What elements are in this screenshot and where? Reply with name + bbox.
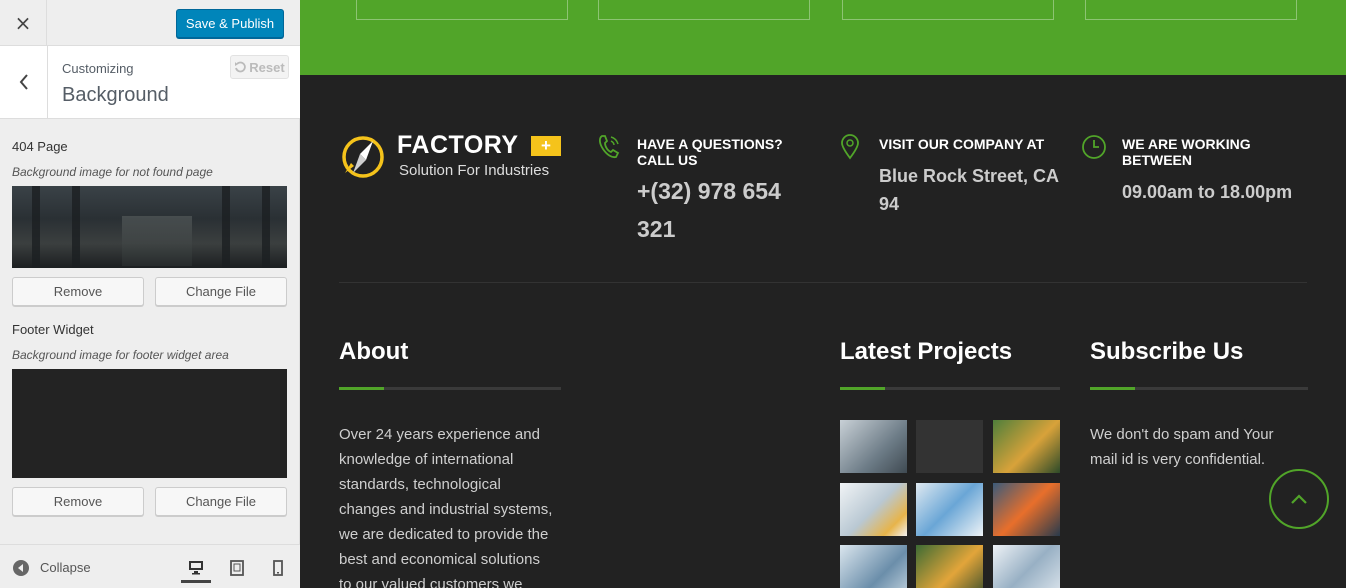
about-title: About — [339, 338, 409, 365]
mobile-icon — [273, 560, 283, 576]
subscribe-text: We don't do spam and Your mail id is ver… — [1090, 426, 1274, 468]
breadcrumb: Customizing — [62, 61, 134, 76]
change-file-button-footer[interactable]: Change File — [155, 487, 287, 516]
about-text: Over 24 years experience and knowledge o… — [339, 426, 553, 588]
undo-icon — [235, 61, 247, 73]
remove-button-footer[interactable]: Remove — [12, 487, 144, 516]
project-thumbnail[interactable] — [916, 483, 983, 536]
chevron-up-icon — [1291, 494, 1307, 504]
tablet-icon — [230, 560, 244, 576]
band-box — [356, 0, 568, 20]
project-thumbnail[interactable] — [916, 545, 983, 588]
info-heading-hours: WE ARE WORKING BETWEEN — [1122, 136, 1251, 168]
hours-text: 09.00am to 18.00pm — [1122, 182, 1293, 202]
logo-name[interactable]: FACTORY — [397, 131, 519, 160]
title-accent — [339, 387, 384, 390]
reset-button[interactable]: Reset — [230, 55, 289, 79]
title-accent — [840, 387, 885, 390]
project-thumbnail[interactable] — [840, 483, 907, 536]
control-label-footer: Footer Widget — [12, 322, 94, 337]
tablet-preview-button[interactable] — [222, 553, 252, 583]
band-box — [842, 0, 1054, 20]
phone-icon — [598, 135, 620, 159]
reset-label: Reset — [249, 59, 285, 75]
info-heading-address: VISIT OUR COMPANY AT — [879, 136, 1045, 152]
site-preview: FACTORY + Solution For Industries HAVE A… — [300, 0, 1346, 588]
project-thumbnail[interactable] — [993, 420, 1060, 473]
project-thumbnail[interactable] — [916, 420, 983, 473]
band-box — [1085, 0, 1297, 20]
project-thumbnail[interactable] — [993, 483, 1060, 536]
cta-band — [300, 0, 1346, 75]
clock-icon — [1082, 135, 1106, 159]
customizer-header: × Save & Publish — [0, 0, 300, 46]
remove-button-404[interactable]: Remove — [12, 277, 144, 306]
background-preview-footer[interactable] — [12, 369, 287, 478]
address-text: Blue Rock Street, CA 94 — [879, 166, 1060, 214]
divider — [339, 282, 1307, 283]
save-publish-button[interactable]: Save & Publish — [176, 9, 284, 38]
change-file-button-404[interactable]: Change File — [155, 277, 287, 306]
map-pin-icon — [841, 134, 859, 160]
mobile-preview-button[interactable] — [263, 553, 293, 583]
compass-logo-icon — [342, 136, 384, 178]
background-preview-404[interactable] — [12, 186, 287, 268]
project-thumbnail[interactable] — [993, 545, 1060, 588]
title-accent — [1090, 387, 1135, 390]
control-description-404: Background image for not found page — [12, 165, 213, 179]
project-thumbnail[interactable] — [840, 545, 907, 588]
desktop-icon — [189, 560, 203, 574]
control-label-404: 404 Page — [12, 139, 68, 154]
section-header: Customizing Background Reset — [0, 46, 300, 119]
customizer-sidebar: × Save & Publish Customizing Background … — [0, 0, 300, 588]
logo-tagline: Solution For Industries — [399, 162, 550, 179]
customizer-footer: Collapse — [0, 544, 300, 588]
collapse-button[interactable]: Collapse — [40, 560, 91, 575]
subscribe-title: Subscribe Us — [1090, 338, 1244, 365]
close-icon: × — [14, 11, 32, 35]
scroll-to-top-button[interactable] — [1269, 469, 1329, 529]
project-thumbnail[interactable] — [840, 420, 907, 473]
phone-number[interactable]: +(32) 978 654 321 — [637, 172, 781, 248]
control-description-footer: Background image for footer widget area — [12, 348, 229, 362]
band-box — [598, 0, 810, 20]
info-heading-phone: HAVE A QUESTIONS? CALL US — [637, 136, 783, 168]
chevron-left-icon — [19, 74, 28, 90]
collapse-icon[interactable] — [13, 560, 29, 576]
section-title: Background — [62, 84, 169, 106]
logo-plus-badge: + — [531, 136, 561, 156]
desktop-preview-button[interactable] — [181, 553, 211, 583]
latest-projects-title: Latest Projects — [840, 338, 1013, 365]
close-customizer-button[interactable]: × — [0, 0, 47, 46]
back-button[interactable] — [0, 46, 48, 118]
